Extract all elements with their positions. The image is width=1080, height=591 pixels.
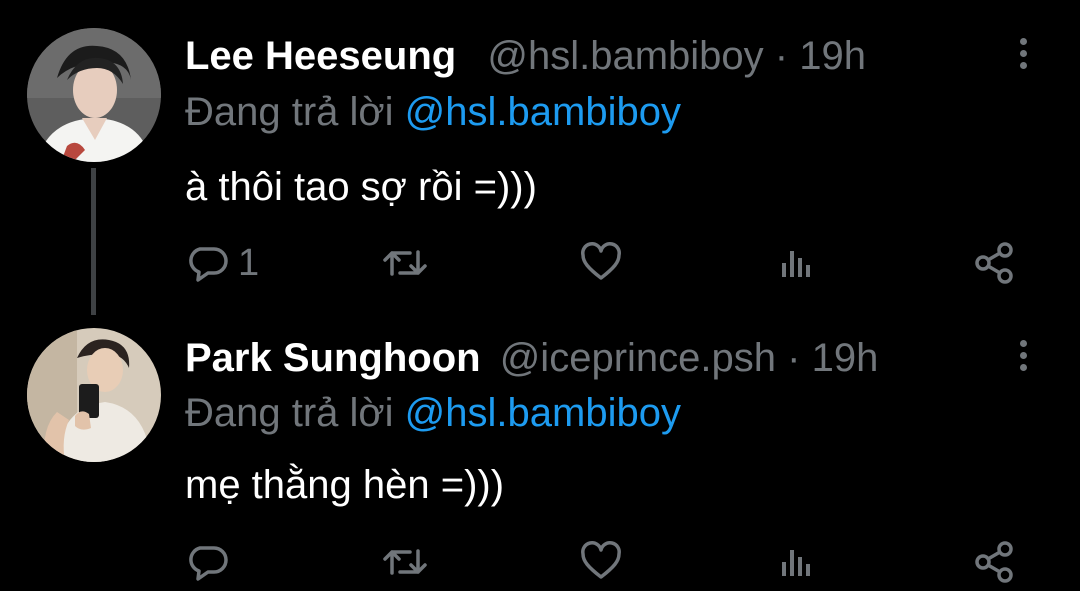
replying-to-label: Đang trả lời: [185, 90, 394, 134]
tweet-header: Park Sunghoon @iceprince.psh · 19h: [185, 335, 878, 381]
reply-tweet[interactable]: Lee Heeseung @hsl.bambiboy · 19h Đang tr…: [0, 0, 1080, 300]
replying-to-label: Đang trả lời: [185, 391, 394, 435]
reply-tweet[interactable]: Park Sunghoon @iceprince.psh · 19h Đang …: [0, 318, 1080, 591]
share-icon: [975, 242, 1013, 284]
tweet-actions: [0, 540, 1080, 584]
share-button[interactable]: [974, 540, 1016, 584]
mention-link[interactable]: @hsl.bambiboy: [405, 391, 681, 435]
views-icon: [782, 251, 810, 277]
views-icon: [782, 550, 810, 576]
retweet-icon: [383, 549, 427, 575]
user-handle[interactable]: @hsl.bambiboy: [487, 34, 763, 78]
mention-link[interactable]: @hsl.bambiboy: [405, 90, 681, 134]
views-button[interactable]: [780, 241, 814, 285]
more-icon[interactable]: [1016, 38, 1030, 72]
share-button[interactable]: [974, 241, 1016, 285]
reply-count: 1: [238, 242, 260, 284]
tweet-text: à thôi tao sợ rồi =))): [185, 165, 537, 209]
retweet-button[interactable]: [382, 241, 428, 285]
tweet-text: mẹ thằng hèn =))): [185, 463, 505, 507]
display-name[interactable]: Lee Heeseung: [185, 34, 456, 78]
avatar[interactable]: [27, 328, 161, 462]
tweet-header: Lee Heeseung @hsl.bambiboy · 19h: [185, 33, 866, 79]
user-handle[interactable]: @iceprince.psh: [500, 336, 776, 380]
retweet-button[interactable]: [382, 540, 428, 584]
retweet-icon: [383, 250, 427, 276]
separator-dot: ·: [774, 34, 789, 78]
separator-dot: ·: [787, 336, 801, 380]
timestamp[interactable]: 19h: [812, 336, 879, 380]
timestamp[interactable]: 19h: [799, 34, 866, 78]
reply-button[interactable]: 1: [186, 241, 259, 285]
like-icon: [581, 541, 621, 579]
more-icon[interactable]: [1016, 340, 1030, 374]
like-button[interactable]: [580, 540, 622, 584]
views-button[interactable]: [780, 540, 814, 584]
like-icon: [581, 242, 621, 280]
avatar[interactable]: [27, 28, 161, 162]
like-button[interactable]: [580, 241, 622, 285]
reply-button[interactable]: [186, 540, 238, 584]
tweet-actions: 1: [0, 241, 1080, 285]
replying-to: Đang trả lời @hsl.bambiboy: [185, 89, 681, 135]
reply-icon: [189, 247, 228, 282]
display-name[interactable]: Park Sunghoon: [185, 336, 481, 380]
replying-to: Đang trả lời @hsl.bambiboy: [185, 390, 681, 436]
share-icon: [975, 541, 1013, 583]
reply-icon: [189, 546, 228, 581]
